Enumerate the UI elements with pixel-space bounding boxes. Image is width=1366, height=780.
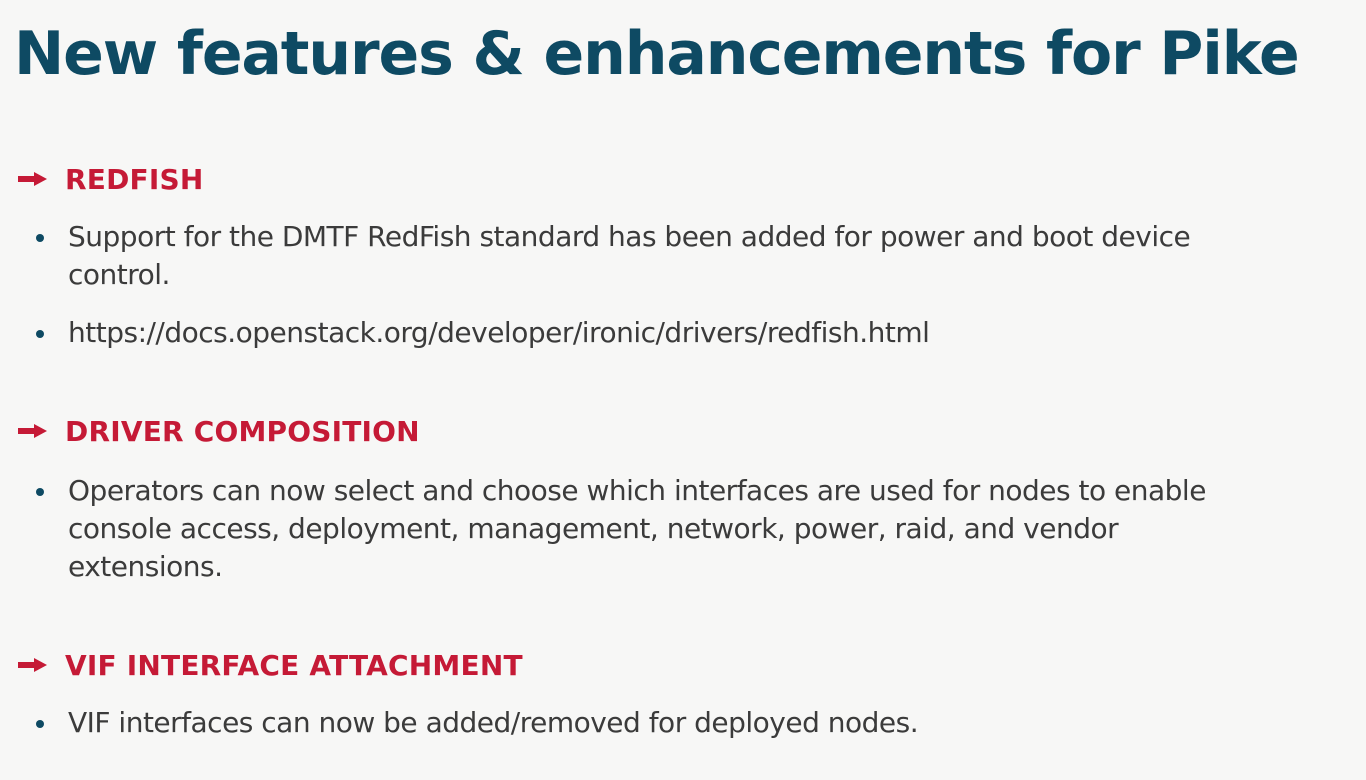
section-driver-composition: DRIVER COMPOSITION Operators can now sel… xyxy=(18,411,1318,586)
list-item: Operators can now select and choose whic… xyxy=(18,472,1228,586)
bullet-list: Operators can now select and choose whic… xyxy=(18,472,1318,586)
bullet-dot-icon xyxy=(36,330,44,338)
bullet-dot-icon xyxy=(36,720,44,728)
section-heading-row: REDFISH xyxy=(18,159,1318,199)
list-item: https://docs.openstack.org/developer/iro… xyxy=(18,314,1228,352)
right-arrow-icon xyxy=(18,658,47,672)
bullet-list: Support for the DMTF RedFish standard ha… xyxy=(18,218,1318,352)
bullet-text: VIF interfaces can now be added/removed … xyxy=(68,706,919,739)
section-vif-interface-attachment: VIF INTERFACE ATTACHMENT VIF interfaces … xyxy=(18,645,1318,742)
section-heading-row: VIF INTERFACE ATTACHMENT xyxy=(18,645,1318,685)
bullet-list: VIF interfaces can now be added/removed … xyxy=(18,704,1318,742)
section-heading-row: DRIVER COMPOSITION xyxy=(18,411,1318,451)
bullet-dot-icon xyxy=(36,234,44,242)
section-heading: VIF INTERFACE ATTACHMENT xyxy=(65,648,523,682)
bullet-text-link[interactable]: https://docs.openstack.org/developer/iro… xyxy=(68,316,930,349)
section-heading: DRIVER COMPOSITION xyxy=(65,414,420,448)
bullet-dot-icon xyxy=(36,488,44,496)
right-arrow-icon xyxy=(18,172,47,186)
right-arrow-icon xyxy=(18,424,47,438)
slide: New features & enhancements for Pike RED… xyxy=(0,0,1366,780)
slide-title: New features & enhancements for Pike xyxy=(14,19,1300,89)
section-redfish: REDFISH Support for the DMTF RedFish sta… xyxy=(18,159,1318,352)
bullet-text: Operators can now select and choose whic… xyxy=(68,474,1206,583)
list-item: Support for the DMTF RedFish standard ha… xyxy=(18,218,1228,294)
section-heading: REDFISH xyxy=(65,162,204,196)
bullet-text: Support for the DMTF RedFish standard ha… xyxy=(68,220,1191,291)
list-item: VIF interfaces can now be added/removed … xyxy=(18,704,1228,742)
